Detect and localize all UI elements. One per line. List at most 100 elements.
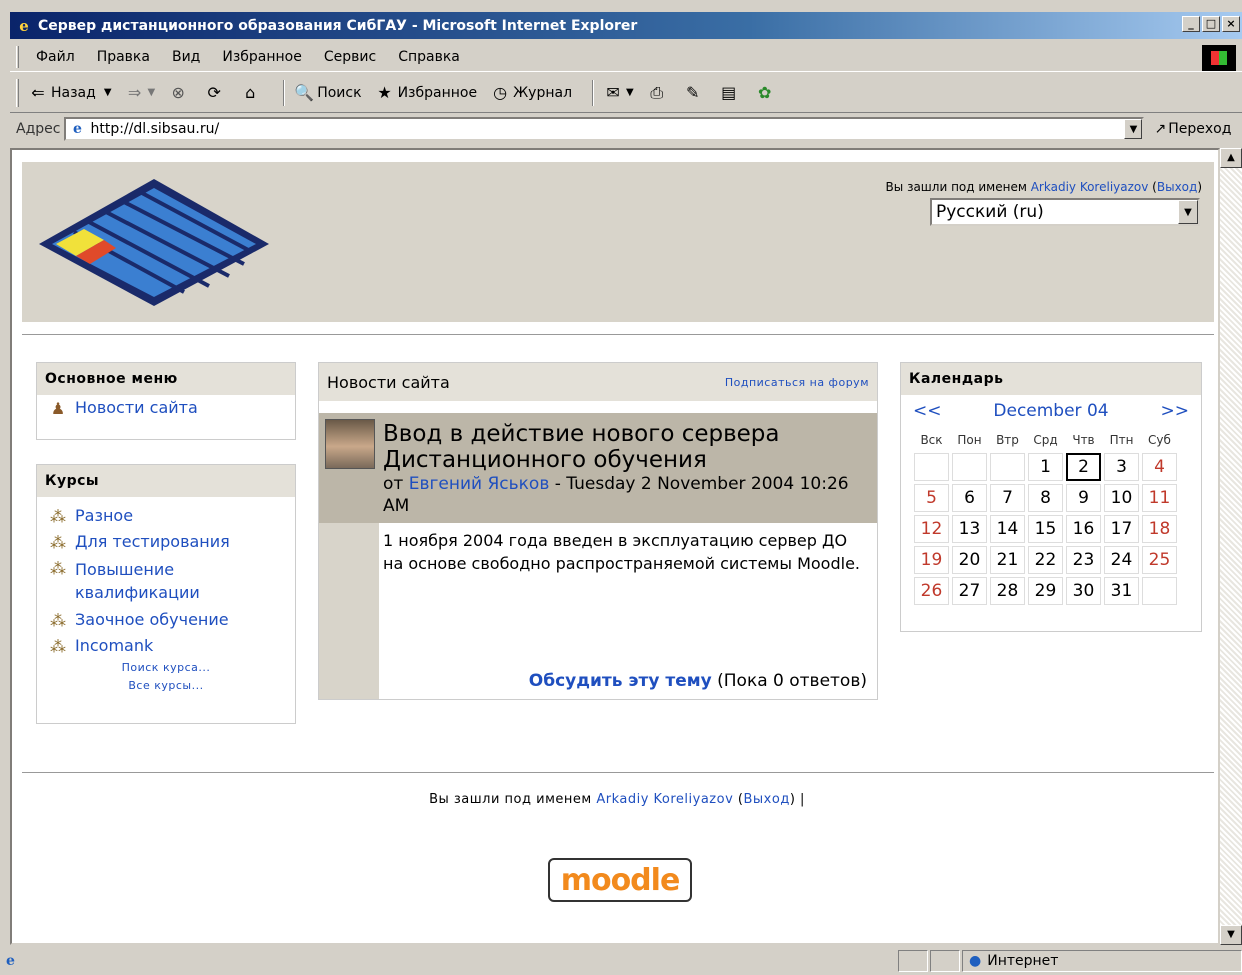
calendar-day[interactable]: 5 — [914, 484, 949, 512]
edit-button[interactable]: ✎ — [682, 82, 706, 104]
calendar-day[interactable]: 25 — [1142, 546, 1177, 574]
back-dropdown-icon[interactable]: ▼ — [104, 87, 112, 98]
history-button[interactable]: ◷ Журнал — [489, 82, 572, 104]
menu-favorites[interactable]: Избранное — [211, 49, 313, 65]
calendar-day[interactable]: 21 — [990, 546, 1025, 574]
site-header: Вы зашли под именем Arkadiy Koreliyazov … — [22, 162, 1214, 322]
subscribe-link[interactable]: Подписаться на форум — [725, 376, 869, 389]
calendar-day[interactable]: 13 — [952, 515, 987, 543]
calendar-day[interactable]: 8 — [1028, 484, 1063, 512]
calendar-day[interactable]: 14 — [990, 515, 1025, 543]
calendar-day[interactable]: 23 — [1066, 546, 1101, 574]
calendar-month[interactable]: December 04 — [993, 401, 1108, 421]
calendar-day[interactable]: 20 — [952, 546, 987, 574]
vertical-scrollbar[interactable]: ▲ ▼ — [1220, 148, 1242, 945]
calendar-grid: Вск Пон Втр Срд Чтв Птн Суб 1 2 3 4 5 6 7 8 9 10 11 12 13 1… — [911, 427, 1180, 608]
logout-link[interactable]: Выход — [1157, 180, 1197, 194]
forward-button[interactable]: ⇒ ▼ — [124, 82, 156, 104]
menu-view[interactable]: Вид — [161, 49, 211, 65]
stop-button[interactable]: ⊗ — [167, 82, 191, 104]
address-input[interactable]: e http://dl.sibsau.ru/ — [64, 117, 1145, 141]
history-icon: ◷ — [493, 83, 508, 102]
home-button[interactable]: ⌂ — [239, 82, 263, 104]
footer-login-info: Вы зашли под именем Arkadiy Koreliyazov … — [429, 792, 805, 807]
print-button[interactable]: ⎙ — [646, 82, 670, 104]
calendar-day[interactable]: 18 — [1142, 515, 1177, 543]
user-link[interactable]: Arkadiy Koreliyazov — [1031, 180, 1149, 194]
scroll-down-icon[interactable]: ▼ — [1220, 925, 1242, 945]
calendar-day[interactable]: 16 — [1066, 515, 1101, 543]
prev-month-link[interactable]: << — [913, 401, 942, 421]
courses-title: Курсы — [37, 465, 295, 497]
calendar-day[interactable]: 11 — [1142, 484, 1177, 512]
menu-tools[interactable]: Сервис — [313, 49, 387, 65]
calendar-day[interactable]: 9 — [1066, 484, 1101, 512]
author-avatar[interactable] — [325, 419, 375, 469]
sibsau-logo — [39, 179, 269, 306]
scroll-up-icon[interactable]: ▲ — [1220, 148, 1242, 168]
calendar-day — [1142, 577, 1177, 605]
discuss-button[interactable]: ▤ — [718, 82, 742, 104]
course-item[interactable]: ⁂ Incomank — [37, 633, 295, 659]
footer-logout-link[interactable]: Выход — [743, 792, 789, 807]
all-courses-link[interactable]: Все курсы... — [37, 677, 295, 695]
maximize-button[interactable]: □ — [1202, 16, 1220, 32]
language-select[interactable]: Русский (ru) ▼ — [930, 198, 1200, 226]
courses-block: Курсы ⁂ Разное ⁂ Для тестирования ⁂ Повы… — [36, 464, 296, 724]
calendar-day[interactable]: 29 — [1028, 577, 1063, 605]
calendar-day[interactable]: 19 — [914, 546, 949, 574]
footer-user-link[interactable]: Arkadiy Koreliyazov — [596, 792, 733, 807]
calendar-day[interactable]: 17 — [1104, 515, 1139, 543]
menu-help[interactable]: Справка — [387, 49, 471, 65]
calendar-day[interactable]: 24 — [1104, 546, 1139, 574]
weekday-header: Срд — [1033, 433, 1058, 447]
calendar-day[interactable]: 26 — [914, 577, 949, 605]
calendar-day[interactable]: 31 — [1104, 577, 1139, 605]
course-item[interactable]: ⁂ Повышение квалификации — [37, 555, 295, 607]
calendar-day[interactable]: 27 — [952, 577, 987, 605]
course-item[interactable]: ⁂ Заочное обучение — [37, 607, 295, 633]
minimize-button[interactable]: _ — [1182, 16, 1200, 32]
main-menu-item[interactable]: ♟ Новости сайта — [37, 395, 295, 421]
calendar-day[interactable]: 30 — [1066, 577, 1101, 605]
forward-dropdown-icon[interactable]: ▼ — [148, 87, 156, 98]
refresh-button[interactable]: ⟳ — [203, 82, 227, 104]
address-dropdown-icon[interactable]: ▼ — [1124, 119, 1143, 139]
standard-toolbar: ⇐ Назад ▼ ⇒ ▼ ⊗ ⟳ ⌂ 🔍 Поиск ★ Избранное … — [10, 73, 1242, 113]
globe-icon: ● — [969, 953, 982, 969]
chevron-down-icon[interactable]: ▼ — [1178, 200, 1198, 224]
author-link[interactable]: Евгений Яськов — [409, 474, 550, 494]
calendar-day — [952, 453, 987, 481]
page-icon: e — [73, 121, 82, 137]
search-courses-link[interactable]: Поиск курса... — [37, 659, 295, 677]
calendar-day[interactable]: 10 — [1104, 484, 1139, 512]
favorites-button[interactable]: ★ Избранное — [374, 82, 477, 104]
calendar-day[interactable]: 2 — [1066, 453, 1101, 481]
calendar-day[interactable]: 6 — [952, 484, 987, 512]
calendar-day[interactable]: 22 — [1028, 546, 1063, 574]
search-button[interactable]: 🔍 Поиск — [293, 82, 361, 104]
main-menu-block: Основное меню ♟ Новости сайта — [36, 362, 296, 440]
favorites-icon: ★ — [377, 83, 392, 102]
discuss-link[interactable]: Обсудить эту тему — [529, 671, 712, 691]
course-icon: ⁂ — [50, 532, 66, 552]
calendar-day[interactable]: 28 — [990, 577, 1025, 605]
calendar-day[interactable]: 3 — [1104, 453, 1139, 481]
menu-edit[interactable]: Правка — [86, 49, 161, 65]
close-button[interactable]: × — [1222, 16, 1240, 32]
next-month-link[interactable]: >> — [1160, 401, 1189, 421]
calendar-day[interactable]: 12 — [914, 515, 949, 543]
calendar-day[interactable]: 7 — [990, 484, 1025, 512]
go-button[interactable]: ↗ Переход — [1154, 121, 1231, 137]
menu-file[interactable]: Файл — [25, 49, 86, 65]
moodle-logo[interactable]: moodle — [548, 858, 692, 902]
messenger-icon: ✿ — [758, 83, 772, 102]
course-item[interactable]: ⁂ Разное — [37, 503, 295, 529]
calendar-day[interactable]: 4 — [1142, 453, 1177, 481]
mail-button[interactable]: ✉ ▼ — [602, 82, 633, 104]
messenger-button[interactable]: ✿ — [754, 82, 778, 104]
calendar-day[interactable]: 1 — [1028, 453, 1063, 481]
course-item[interactable]: ⁂ Для тестирования — [37, 529, 295, 555]
calendar-day[interactable]: 15 — [1028, 515, 1063, 543]
back-button[interactable]: ⇐ Назад ▼ — [27, 82, 112, 104]
